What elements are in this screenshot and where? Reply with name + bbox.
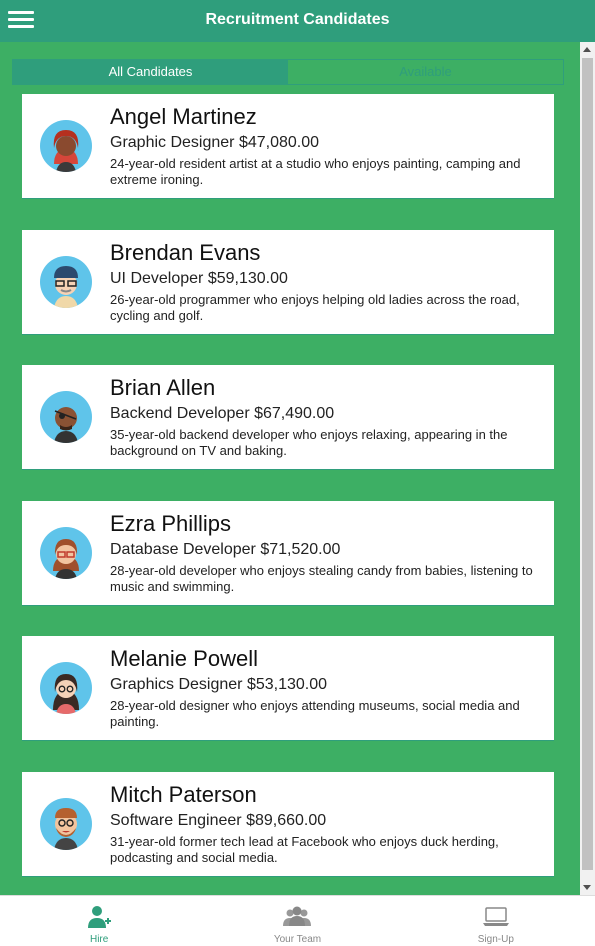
candidate-role-salary: UI Developer $59,130.00 — [110, 270, 288, 287]
candidate-name: Melanie Powell — [110, 646, 258, 671]
tab-hire[interactable]: Hire — [0, 896, 198, 946]
candidate-name: Brendan Evans — [110, 240, 261, 265]
woman-dark-hair-avatar — [40, 662, 92, 714]
page-title: Recruitment Candidates — [205, 11, 390, 28]
candidate-role-salary: Graphics Designer $53,130.00 — [110, 676, 328, 693]
candidate-name: Angel Martinez — [110, 104, 257, 129]
candidate-filter: All Candidates Available — [12, 59, 564, 85]
candidate-card[interactable]: Mitch Paterson Software Engineer $89,660… — [22, 772, 554, 877]
candidate-role-salary: Backend Developer $67,490.00 — [110, 405, 335, 422]
candidate-role-salary: Database Developer $71,520.00 — [110, 541, 341, 558]
scroll-thumb[interactable] — [582, 58, 593, 870]
candidate-description: 28-year-old developer who enjoys stealin… — [110, 563, 533, 594]
candidate-card[interactable]: Brian Allen Backend Developer $67,490.00… — [22, 365, 554, 470]
man-eyepatch-avatar — [40, 391, 92, 443]
tab-label: Sign-Up — [477, 934, 514, 945]
candidate-description: 35-year-old backend developer who enjoys… — [110, 427, 508, 458]
scroll-up-arrow[interactable] — [583, 47, 591, 52]
laptop-icon — [482, 907, 509, 926]
filter-all-candidates[interactable]: All Candidates — [13, 60, 288, 84]
tab-sign-up[interactable]: Sign-Up — [397, 896, 595, 946]
candidate-card[interactable]: Brendan Evans UI Developer $59,130.00 26… — [22, 230, 554, 335]
candidate-role-salary: Software Engineer $89,660.00 — [110, 812, 327, 829]
filter-available[interactable]: Available — [288, 60, 563, 84]
add-person-icon — [88, 906, 112, 928]
candidate-name: Ezra Phillips — [110, 511, 232, 536]
candidate-list-area: All Candidates Available Angel Martinez … — [0, 42, 580, 895]
tab-your-team[interactable]: Your Team — [198, 896, 396, 946]
bottom-tab-bar: Hire Your Team Sign-Up — [0, 895, 595, 946]
candidate-description: 28-year-old designer who enjoys attendin… — [110, 698, 520, 729]
man-beard-glasses-avatar — [40, 798, 92, 850]
tab-label: Your Team — [273, 934, 322, 945]
candidate-card[interactable]: Melanie Powell Graphics Designer $53,130… — [22, 636, 554, 741]
tab-label: Hire — [89, 934, 109, 945]
man-glasses-beanie-avatar — [40, 256, 92, 308]
candidate-role-salary: Graphic Designer $47,080.00 — [110, 134, 320, 151]
team-icon — [283, 906, 312, 926]
candidate-card[interactable]: Angel Martinez Graphic Designer $47,080.… — [22, 94, 554, 199]
scrollbar[interactable] — [580, 42, 595, 895]
candidate-name: Mitch Paterson — [110, 782, 257, 807]
candidate-card[interactable]: Ezra Phillips Database Developer $71,520… — [22, 501, 554, 606]
app-header: Recruitment Candidates — [0, 0, 595, 42]
woman-red-hair-avatar — [40, 120, 92, 172]
candidate-description: 31-year-old former tech lead at Facebook… — [110, 834, 499, 865]
woman-glasses-avatar — [40, 527, 92, 579]
scroll-down-arrow[interactable] — [583, 885, 591, 890]
candidate-description: 26-year-old programmer who enjoys helpin… — [110, 292, 520, 323]
candidate-name: Brian Allen — [110, 375, 216, 400]
candidate-description: 24-year-old resident artist at a studio … — [110, 156, 521, 187]
